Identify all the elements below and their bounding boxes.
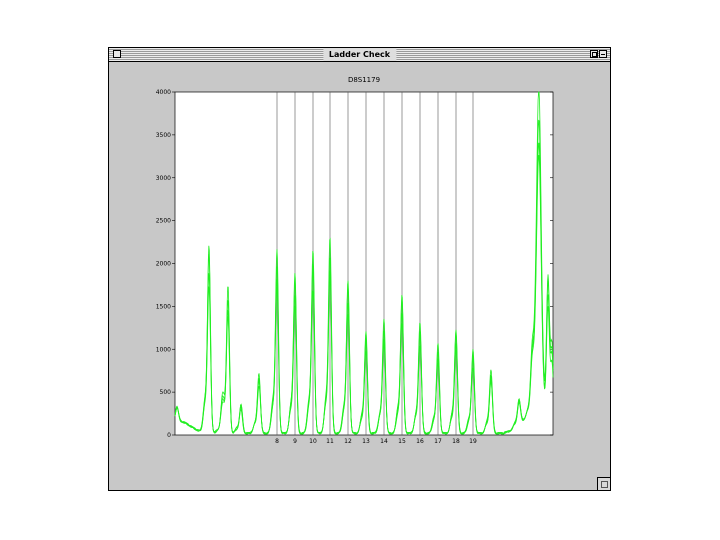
allele-marker-label: 19 <box>469 438 477 445</box>
y-tick-label: 2000 <box>156 261 171 268</box>
resize-grip-icon[interactable] <box>597 477 610 490</box>
allele-marker-label: 17 <box>434 438 442 445</box>
allele-marker-label: 10 <box>309 438 317 445</box>
y-tick-label: 2500 <box>156 218 171 225</box>
allele-marker-label: 18 <box>452 438 460 445</box>
y-tick-label: 1000 <box>156 346 171 353</box>
allele-marker-label: 8 <box>275 438 279 445</box>
y-tick-label: 3500 <box>156 132 171 139</box>
y-tick-label: 3000 <box>156 175 171 182</box>
allele-marker-label: 11 <box>326 438 334 445</box>
allele-marker-label: 14 <box>380 438 388 445</box>
y-tick-label: 0 <box>167 432 171 439</box>
allele-marker-label: 15 <box>398 438 406 445</box>
allele-marker-label: 9 <box>293 438 297 445</box>
y-tick-label: 4000 <box>156 89 171 96</box>
ladder-check-window: Ladder Check D8S1179 8 9 10 11 12 13 14 15 16 17 1… <box>108 47 611 491</box>
allele-marker-label: 16 <box>416 438 424 445</box>
allele-marker-label: 12 <box>344 438 352 445</box>
y-tick-label: 500 <box>160 389 172 396</box>
chart-title: D8S1179 <box>348 76 380 84</box>
allele-marker-label: 13 <box>362 438 370 445</box>
y-tick-label: 1500 <box>156 303 171 310</box>
electropherogram-chart: D8S1179 8 9 10 11 12 13 14 15 16 17 18 19 0 500 1000 1… <box>156 76 554 445</box>
